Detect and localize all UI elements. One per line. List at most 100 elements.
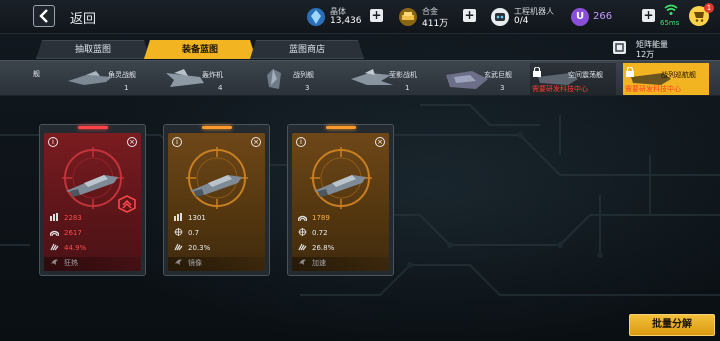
stat-value: 26.8% xyxy=(312,244,335,252)
ship-type-count: 1 xyxy=(405,84,410,92)
ship-blueprint-icon xyxy=(314,175,366,197)
ship-type-count: 4 xyxy=(218,84,223,92)
info-icon[interactable]: i xyxy=(172,137,182,147)
ship-type-name: 角灵战舰 xyxy=(108,71,136,79)
crit-icon xyxy=(298,243,307,251)
firepower-icon xyxy=(174,213,182,221)
ship-type-space-oscillation[interactable]: 空间震荡舰 需要研发科技中心 xyxy=(530,63,616,95)
stat-row: 44.9% xyxy=(50,243,86,252)
back-label[interactable]: 返回 xyxy=(70,8,96,27)
ship-type-strip: 舰 角灵战舰 1 轰炸机 4 战列舰 3 莹影战机 1 玄武巨舰 3 空间震荡舰… xyxy=(0,60,720,96)
lock-icon xyxy=(626,67,634,77)
crit-icon xyxy=(50,243,59,251)
rank-chevron-icon xyxy=(118,195,136,213)
chevron-left-icon xyxy=(39,9,48,23)
ship-type-name: 战列巡航舰 xyxy=(661,71,696,79)
ship-type-count: 3 xyxy=(500,84,505,92)
lock-icon xyxy=(533,67,541,77)
ship-type-bomber[interactable]: 轰炸机 4 xyxy=(158,63,244,95)
crystal-icon xyxy=(307,8,325,26)
add-alloy-button[interactable]: + xyxy=(463,9,476,22)
alloy-resource: 合金 411万 xyxy=(398,5,468,31)
rarity-glow xyxy=(78,126,108,129)
blueprint-card[interactable]: i×13010.720.3%镜像 xyxy=(163,124,270,276)
stat-value: 1789 xyxy=(312,214,330,222)
rarity-glow xyxy=(326,126,356,129)
armor-icon xyxy=(50,230,59,236)
stat-value: 1301 xyxy=(188,214,206,222)
stat-row: 26.8% xyxy=(298,243,334,252)
battleship-icon xyxy=(267,69,281,89)
ping-value: 65ms xyxy=(660,19,680,27)
ship-type-name: 轰炸机 xyxy=(202,71,223,79)
alloy-icon xyxy=(399,8,417,26)
blueprint-card[interactable]: i×2283261744.9%狂热 xyxy=(39,124,146,276)
stat-row: 0.7 xyxy=(174,228,199,237)
top-bar: 返回 晶体 13,436 + 合金 411万 + 工程机器人 0/4 U 266… xyxy=(0,0,720,34)
close-icon[interactable]: × xyxy=(127,137,137,147)
stat-value: 2283 xyxy=(64,214,82,222)
card-footer xyxy=(44,257,141,271)
stat-row: 2283 xyxy=(50,213,82,222)
ship-type-name: 空间震荡舰 xyxy=(568,71,603,79)
accuracy-icon xyxy=(298,228,307,236)
add-crystal-button[interactable]: + xyxy=(370,9,383,22)
ship-blueprint-icon xyxy=(190,175,242,197)
rarity-glow xyxy=(202,126,232,129)
card-body: i×17890.7226.8%加速 xyxy=(292,133,389,271)
ship-blueprint-icon xyxy=(66,175,118,197)
crystal-value: 13,436 xyxy=(330,16,362,26)
accuracy-icon xyxy=(174,228,183,236)
robot-value: 0/4 xyxy=(514,16,529,26)
stat-row: 2617 xyxy=(50,228,82,237)
robot-icon xyxy=(491,8,509,26)
ship-type-edge-label: 舰 xyxy=(33,70,40,78)
firepower-icon xyxy=(50,213,58,221)
alloy-value: 411万 xyxy=(422,19,449,29)
add-premium-button[interactable]: + xyxy=(642,9,655,22)
card-body: i×2283261744.9%狂热 xyxy=(44,133,141,271)
ship-type-battleship[interactable]: 战列舰 3 xyxy=(253,63,339,95)
tab-equip-blueprint[interactable]: 装备蓝图 xyxy=(144,40,256,59)
premium-currency-value: 266 xyxy=(593,11,613,22)
tab-draw-blueprint[interactable]: 抽取蓝图 xyxy=(36,40,150,59)
card-footer xyxy=(168,257,265,271)
ship-type-shadow-fighter[interactable]: 莹影战机 1 xyxy=(345,63,431,95)
back-button[interactable] xyxy=(33,5,55,27)
armor-icon xyxy=(298,215,307,221)
ship-type-count: 3 xyxy=(305,84,310,92)
wifi-icon xyxy=(664,4,678,15)
matrix-energy-value: 12万 xyxy=(636,50,655,59)
stat-value: 0.7 xyxy=(188,229,200,237)
batch-decompose-button[interactable]: 批量分解 xyxy=(629,314,715,336)
info-icon[interactable]: i xyxy=(48,137,58,147)
stat-value: 20.3% xyxy=(188,244,211,252)
stat-row: 1301 xyxy=(174,213,206,222)
crit-icon xyxy=(174,243,183,251)
stat-value: 2617 xyxy=(64,229,82,237)
lock-requirement: 需要研发科技中心 xyxy=(625,85,681,93)
close-icon[interactable]: × xyxy=(251,137,261,147)
blueprint-card[interactable]: i×17890.7226.8%加速 xyxy=(287,124,394,276)
ship-type-xuanwu-giant[interactable]: 玄武巨舰 3 xyxy=(440,63,526,95)
info-icon[interactable]: i xyxy=(296,137,306,147)
ship-type-count: 1 xyxy=(124,84,129,92)
ship-type-name: 战列舰 xyxy=(293,71,314,79)
cart-notification-badge: 1 xyxy=(704,3,714,13)
stat-value: 44.9% xyxy=(64,244,87,252)
ship-type-battle-cruiser[interactable]: 战列巡航舰 需要研发科技中心 xyxy=(623,63,709,95)
stat-row: 1789 xyxy=(298,213,330,222)
matrix-energy-icon xyxy=(613,41,626,54)
card-footer xyxy=(292,257,389,271)
card-body: i×13010.720.3%镜像 xyxy=(168,133,265,271)
stat-row: 0.72 xyxy=(298,228,328,237)
ship-type-name: 莹影战机 xyxy=(389,71,417,79)
close-icon[interactable]: × xyxy=(375,137,385,147)
ship-type-name: 玄武巨舰 xyxy=(484,71,512,79)
stat-row: 20.3% xyxy=(174,243,210,252)
stat-value: 0.72 xyxy=(312,229,328,237)
tab-blueprint-shop[interactable]: 蓝图商店 xyxy=(250,40,364,59)
lock-requirement: 需要研发科技中心 xyxy=(532,85,588,93)
robot-resource: 工程机器人 0/4 xyxy=(490,5,560,31)
ship-type-horned-warship[interactable]: 角灵战舰 1 xyxy=(64,63,150,95)
